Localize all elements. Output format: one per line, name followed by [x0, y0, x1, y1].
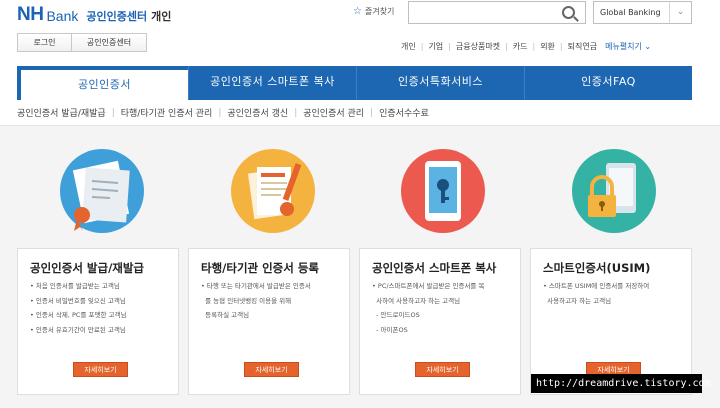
card-list-item: • 처음 인증서를 발급받는 고객님 [30, 282, 120, 290]
card-list: • 타행 또는 타기관에서 발급받은 인증서 를 농협 인터넷뱅킹 이용을 위해… [201, 283, 311, 327]
top-menu-item-corporate[interactable]: 기업 [428, 41, 443, 52]
page: NH Bank 공인인증센터 개인 ☆ 즐겨찾기 Global Banking … [0, 0, 720, 408]
chevron-down-icon[interactable]: ⌄ [669, 2, 691, 23]
logo-personal-text: 개인 [151, 10, 172, 23]
smartphone-illustration [401, 149, 485, 233]
sub-nav-item-renew[interactable]: 공인인증서 갱신 [227, 106, 288, 119]
star-icon: ☆ [353, 6, 362, 17]
search-icon[interactable] [562, 6, 575, 19]
document-pen-icon [247, 163, 302, 220]
login-button-group: 로그인 공인인증센터 [17, 33, 147, 52]
menu-divider: | [505, 42, 508, 51]
card-smartphone-copy: 공인인증서 스마트폰 복사 • PC/스마트폰에서 발급받은 인증서를 복 사하… [359, 248, 521, 395]
favorites-link[interactable]: ☆ 즐겨찾기 [353, 6, 394, 17]
logo-center-text: 공인인증센터 [86, 10, 148, 23]
tab-special-service[interactable]: 인증서특화서비스 [356, 66, 524, 100]
phone-key-icon [425, 161, 461, 221]
card-list-item: • 스마트폰 USIM에 인증서를 저장하여 [543, 282, 650, 290]
card-title: 공인인증서 발급/재발급 [30, 261, 145, 275]
phone-lock-icon [588, 163, 636, 217]
global-banking-select[interactable]: Global Banking ⌄ [593, 1, 692, 24]
documents-illustration [231, 149, 315, 233]
card-other-bank: 타행/타기관 인증서 등록 • 타행 또는 타기관에서 발급받은 인증서 를 농… [188, 248, 350, 395]
sub-nav-item-issue[interactable]: 공인인증서 발급/재발급 [17, 106, 106, 119]
sub-nav-divider: | [370, 107, 374, 118]
detail-button[interactable]: 자세히보기 [244, 362, 299, 377]
usim-illustration [572, 149, 656, 233]
tab-faq[interactable]: 인증서FAQ [524, 66, 692, 100]
card-list: • 스마트폰 USIM에 인증서를 저장하여 사용하고자 하는 고객님 [543, 283, 649, 312]
top-menu-item-pension[interactable]: 퇴직연금 [568, 41, 597, 52]
cert-center-button[interactable]: 공인인증센터 [72, 33, 147, 52]
top-menu-item-products[interactable]: 금융상품마켓 [456, 41, 500, 52]
sub-nav-item-other-bank[interactable]: 타행/타기관 인증서 관리 [121, 106, 213, 119]
card-list-item: • PC/스마트폰에서 발급받은 인증서를 복 [372, 282, 485, 290]
menu-divider: | [448, 42, 451, 51]
logo-bank-text: Bank [46, 8, 79, 24]
global-banking-value: Global Banking [600, 8, 661, 17]
favorites-label: 즐겨찾기 [364, 7, 395, 16]
top-menu-item-forex[interactable]: 외환 [540, 41, 555, 52]
sub-nav-item-fee[interactable]: 인증서수수료 [379, 106, 429, 119]
nh-bank-logo[interactable]: NH Bank 공인인증센터 개인 [17, 4, 171, 26]
menu-expand-button[interactable]: 메뉴펼치기 ⌄ [605, 41, 651, 52]
menu-divider: | [559, 42, 563, 51]
detail-button[interactable]: 자세히보기 [73, 362, 128, 377]
sub-nav-item-manage[interactable]: 공인인증서 관리 [303, 106, 364, 119]
card-list-item: - 아이폰OS [376, 325, 408, 334]
sub-nav-divider: | [111, 107, 115, 118]
menu-divider: | [532, 42, 536, 51]
search-input[interactable] [408, 1, 586, 24]
top-menu-item-personal[interactable]: 개인 [401, 41, 416, 52]
card-list-item: 를 농협 인터넷뱅킹 이용을 위해 [205, 296, 292, 305]
card-list-item: • 인증서 유효기간이 만료된 고객님 [30, 325, 126, 334]
top-menu: 개인 | 기업 | 금융상품마켓 | 카드 | 외환 | 퇴직연금 메뉴펼치기 … [401, 41, 651, 52]
login-button[interactable]: 로그인 [17, 33, 72, 52]
top-menu-item-card[interactable]: 카드 [513, 41, 528, 52]
card-title: 스마트인증서(USIM) [543, 261, 651, 275]
sub-nav-divider: | [294, 107, 298, 118]
card-issue: 공인인증서 발급/재발급 • 처음 인증서를 발급받는 고객님 • 인증서 비밀… [17, 248, 179, 395]
card-list-item: • 타행 또는 타기관에서 발급받은 인증서 [201, 282, 311, 290]
sub-nav: 공인인증서 발급/재발급 | 타행/타기관 인증서 관리 | 공인인증서 갱신 … [17, 106, 429, 120]
card-title: 공인인증서 스마트폰 복사 [372, 261, 497, 275]
logo-nh-text: NH [17, 4, 44, 25]
card-list-item: 등록하실 고객님 [205, 311, 250, 319]
watermark-url: http://dreamdrive.tistory.com [531, 374, 711, 393]
certificate-icon [72, 160, 130, 231]
card-list-item: • 인증서 비밀번호를 잊으신 고객님 [30, 296, 126, 305]
card-list: • PC/스마트폰에서 발급받은 인증서를 복 사하여 사용하고자 하는 고객님… [372, 283, 484, 341]
menu-divider: | [420, 42, 424, 51]
card-usim: 스마트인증서(USIM) • 스마트폰 USIM에 인증서를 저장하여 사용하고… [530, 248, 692, 395]
card-list: • 처음 인증서를 발급받는 고객님 • 인증서 비밀번호를 잊으신 고객님 •… [30, 283, 126, 341]
tab-certificate[interactable]: 공인인증서 [21, 70, 188, 100]
card-list-item: • 인증서 삭제, PC를 포맷한 고객님 [30, 311, 127, 319]
detail-button[interactable]: 자세히보기 [415, 362, 470, 377]
card-title: 타행/타기관 인증서 등록 [201, 261, 320, 275]
sub-nav-divider: | [218, 107, 222, 118]
main-nav: 공인인증서 공인인증서 스마트폰 복사 인증서특화서비스 인증서FAQ [17, 66, 692, 100]
certificate-illustration [60, 149, 144, 233]
card-list-item: 사하여 사용하고자 하는 고객님 [376, 296, 461, 305]
card-list-item: 사용하고자 하는 고객님 [547, 296, 612, 305]
card-list-item: - 안드로이드OS [376, 311, 420, 319]
tab-smartphone-copy[interactable]: 공인인증서 스마트폰 복사 [188, 66, 356, 100]
